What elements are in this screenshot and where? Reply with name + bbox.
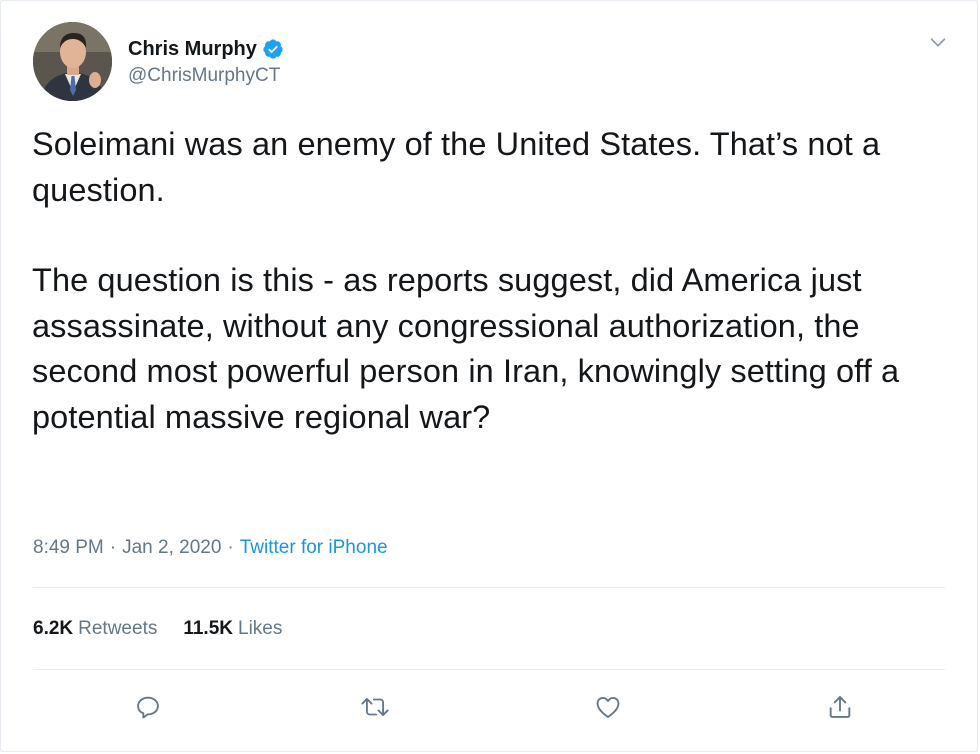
like-button[interactable] (592, 691, 624, 723)
retweet-icon (361, 698, 389, 716)
tweet-header: Chris Murphy @ChrisMurphyCT (33, 21, 284, 101)
heart-icon (596, 696, 620, 718)
retweet-button[interactable] (359, 691, 391, 723)
tweet-paragraph: Soleimani was an enemy of the United Sta… (32, 126, 890, 208)
tweet-meta: 8:49 PM · Jan 2, 2020 · Twitter for iPho… (33, 534, 388, 562)
retweets-count: 6.2K (33, 618, 74, 639)
tweet-text: Soleimani was an enemy of the United Sta… (32, 122, 952, 440)
tweet-stats: 6.2K Retweets 11.5K Likes (33, 614, 282, 644)
meta-separator: · (109, 537, 117, 558)
meta-separator: · (227, 537, 234, 558)
tweet-time[interactable]: 8:49 PM (33, 537, 104, 559)
tweet-card: Chris Murphy @ChrisMurphyCT Soleimani wa… (0, 0, 978, 752)
reply-button[interactable] (132, 691, 164, 723)
display-name[interactable]: Chris Murphy (128, 38, 257, 61)
author-names: Chris Murphy @ChrisMurphyCT (128, 35, 284, 87)
retweets-label: Retweets (78, 618, 158, 639)
likes-count: 11.5K (183, 618, 233, 639)
chevron-down-icon[interactable] (927, 31, 949, 53)
author-handle[interactable]: @ChrisMurphyCT (128, 65, 284, 87)
tweet-paragraph: The question is this - as reports sugges… (32, 262, 909, 435)
avatar[interactable] (33, 21, 112, 101)
tweet-date[interactable]: Jan 2, 2020 (122, 537, 221, 559)
likes-label: Likes (238, 618, 283, 639)
verified-badge-icon (262, 38, 284, 60)
tweet-source-link[interactable]: Twitter for iPhone (240, 537, 388, 559)
retweets-stat[interactable]: 6.2K Retweets (33, 618, 157, 640)
divider (33, 587, 945, 588)
avatar-photo (33, 21, 112, 101)
reply-icon (137, 696, 159, 719)
share-icon (829, 696, 851, 718)
likes-stat[interactable]: 11.5K Likes (183, 618, 282, 640)
divider (33, 669, 945, 670)
share-button[interactable] (824, 691, 856, 723)
display-name-row: Chris Murphy (128, 35, 284, 63)
tweet-actions (1, 685, 977, 729)
